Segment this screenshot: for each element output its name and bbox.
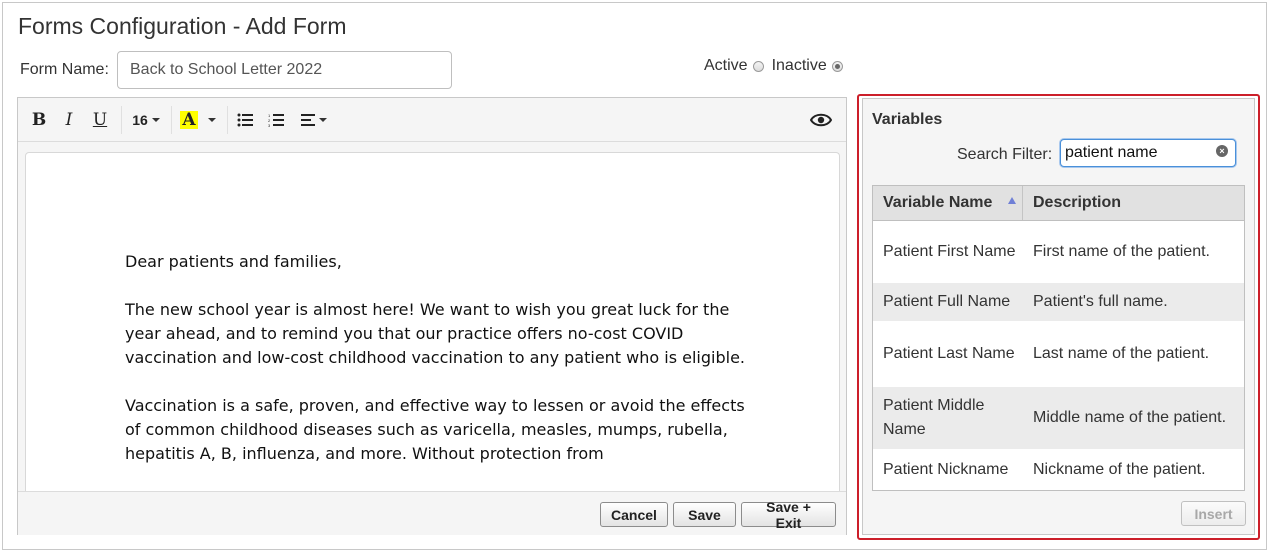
column-header-label: Description — [1033, 194, 1122, 211]
form-name-input[interactable] — [117, 51, 452, 89]
insert-button[interactable]: Insert — [1181, 501, 1246, 526]
inactive-radio[interactable] — [831, 60, 843, 72]
table-header: Variable Name Description — [873, 186, 1244, 221]
toolbar-divider — [121, 106, 122, 134]
save-exit-button[interactable]: Save + Exit — [741, 499, 836, 531]
bullet-list-button[interactable] — [236, 108, 254, 132]
bullet-list-icon — [237, 113, 253, 127]
variable-name-cell: Patient Full Name — [883, 293, 1011, 310]
chevron-down-icon — [151, 118, 160, 122]
active-radio[interactable] — [752, 60, 764, 72]
align-dropdown[interactable] — [299, 108, 329, 132]
preview-button[interactable] — [809, 108, 833, 132]
column-header-description[interactable]: Description — [1023, 186, 1244, 220]
variable-description-cell: Last name of the patient. — [1033, 345, 1210, 362]
variables-table: Variable Name Description Patient First … — [872, 185, 1245, 491]
toolbar-divider — [171, 106, 172, 134]
chevron-down-icon — [208, 118, 216, 122]
letter-paragraph: The new school year is almost here! We w… — [125, 300, 745, 367]
numbered-list-button[interactable]: 123 — [267, 108, 285, 132]
cancel-button[interactable]: Cancel — [600, 502, 668, 527]
letter-content: Dear patients and families, The new scho… — [125, 250, 750, 490]
save-button[interactable]: Save — [673, 502, 736, 527]
letter-paragraph: Vaccination is a safe, proven, and effec… — [125, 396, 745, 463]
variable-name-cell: Patient Last Name — [883, 345, 1015, 362]
sort-ascending-icon — [1008, 197, 1016, 204]
variable-name-cell: Patient First Name — [883, 243, 1016, 260]
active-radio-option[interactable]: Active — [704, 57, 764, 75]
highlight-color-icon: A — [180, 110, 198, 130]
inactive-radio-option[interactable]: Inactive — [772, 57, 843, 75]
variables-panel: Variables Search Filter: × Variable Name… — [862, 98, 1255, 535]
active-label: Active — [704, 57, 748, 74]
editor-footer: Cancel Save Save + Exit — [18, 491, 846, 535]
column-header-variable-name[interactable]: Variable Name — [873, 186, 1023, 220]
clear-icon[interactable]: × — [1216, 145, 1228, 157]
table-row[interactable]: Patient Last Name Last name of the patie… — [873, 321, 1244, 387]
variable-description-cell: Nickname of the patient. — [1033, 461, 1206, 478]
inactive-label: Inactive — [771, 57, 827, 74]
rich-text-editor: B I U 16 A 123 Dear patients and familie… — [17, 97, 847, 535]
highlight-color-dropdown[interactable] — [206, 108, 218, 132]
search-filter-label: Search Filter: — [957, 146, 1053, 163]
page-title: Forms Configuration - Add Form — [18, 13, 347, 39]
svg-text:3: 3 — [268, 123, 271, 127]
font-size-value: 16 — [132, 112, 148, 128]
status-radio-group: Active Inactive — [704, 57, 851, 75]
letter-paragraph: Dear patients and families, — [125, 252, 342, 271]
variables-title: Variables — [872, 111, 943, 128]
underline-button[interactable]: U — [92, 108, 108, 132]
table-row[interactable]: Patient Middle Name Middle name of the p… — [873, 387, 1244, 449]
form-name-label: Form Name: — [20, 61, 109, 78]
editor-toolbar: B I U 16 A 123 — [18, 98, 846, 142]
bold-button[interactable]: B — [30, 108, 48, 132]
variable-name-cell: Patient Middle Name — [883, 397, 985, 438]
table-row[interactable]: Patient Full Name Patient's full name. — [873, 283, 1244, 321]
eye-icon — [810, 113, 832, 127]
table-row[interactable]: Patient First Name First name of the pat… — [873, 221, 1244, 283]
align-left-icon — [301, 114, 315, 126]
editor-content-area[interactable]: Dear patients and families, The new scho… — [25, 152, 840, 492]
variable-name-cell: Patient Nickname — [883, 461, 1009, 478]
variable-description-cell: First name of the patient. — [1033, 243, 1210, 260]
toolbar-divider — [227, 106, 228, 134]
search-filter-input[interactable] — [1060, 139, 1236, 167]
variable-description-cell: Middle name of the patient. — [1033, 409, 1227, 426]
variable-description-cell: Patient's full name. — [1033, 293, 1168, 310]
numbered-list-icon: 123 — [268, 113, 284, 127]
chevron-down-icon — [319, 118, 327, 122]
column-header-label: Variable Name — [883, 194, 993, 211]
table-row[interactable]: Patient Nickname Nickname of the patient… — [873, 449, 1244, 490]
font-size-dropdown[interactable]: 16 — [130, 108, 162, 132]
italic-button[interactable]: I — [61, 108, 77, 132]
highlight-color-button[interactable]: A — [180, 108, 198, 132]
